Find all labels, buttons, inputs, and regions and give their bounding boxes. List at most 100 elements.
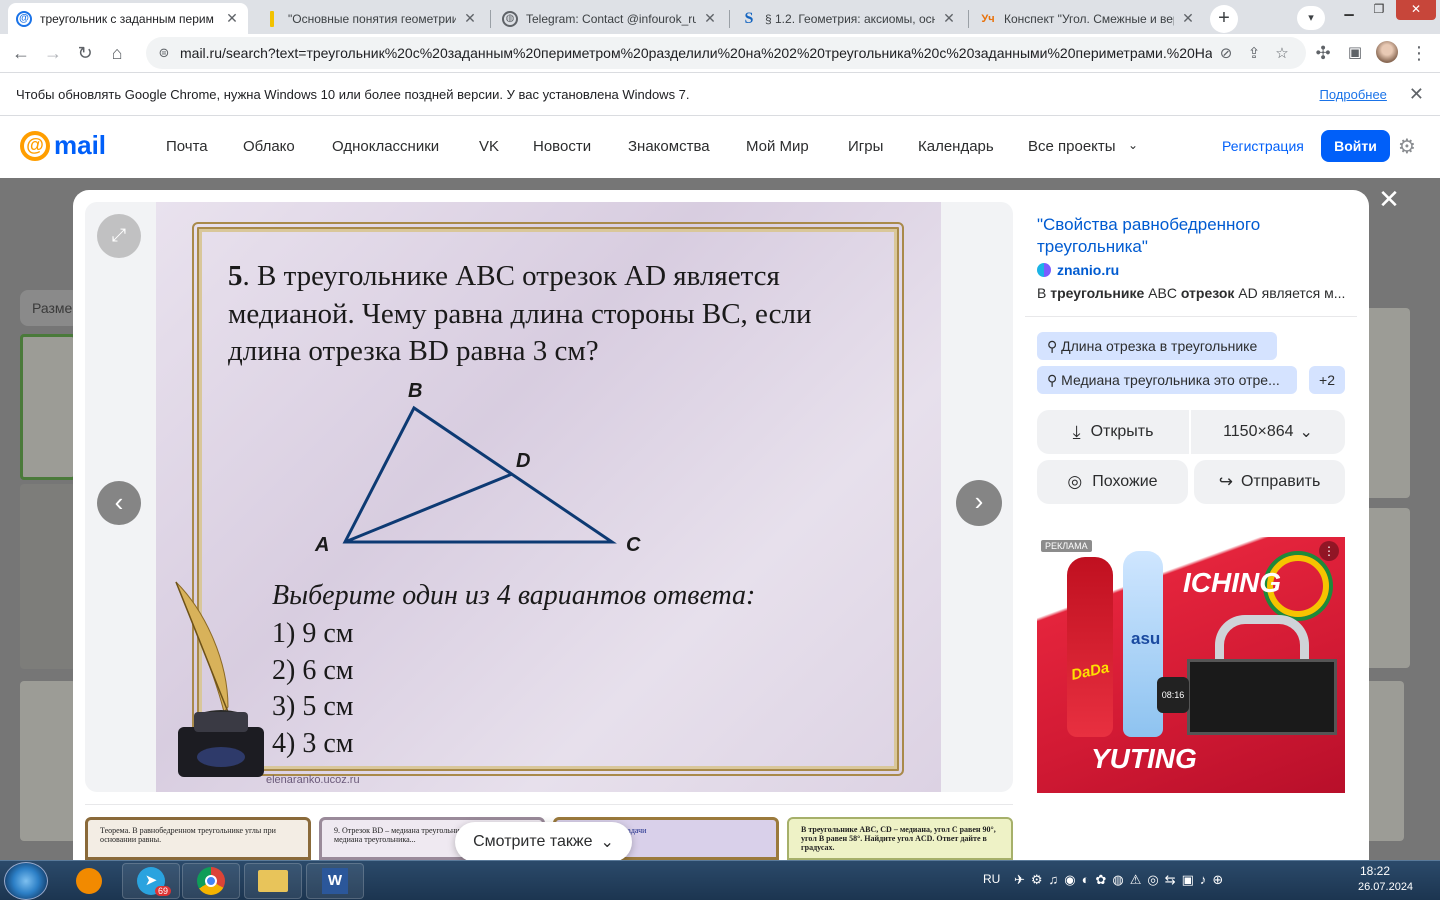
see-also-button[interactable]: Смотрите также ⌄ [455,822,632,862]
profile-avatar[interactable] [1376,41,1398,63]
site-info-icon[interactable]: ⊜ [156,45,172,61]
nav-odnoklassniki[interactable]: Одноклассники [332,138,439,155]
snippet-part: В [1037,285,1051,301]
chevron-down-icon: ⌄ [600,834,614,851]
related-chip-segment-length[interactable]: ⚲ Длина отрезка в треугольнике [1037,332,1277,360]
quill-inkwell-illustration [175,581,264,777]
thumb-text: Теорема. В равнобедренном треугольнике у… [100,826,276,844]
nav-calendar[interactable]: Календарь [918,138,994,155]
share-icon[interactable]: ⇪ [1240,44,1268,62]
tab-mail-search[interactable]: @ треугольник с заданным перим ✕ [8,3,248,34]
image-title-link[interactable]: "Свойства равнобедренного треугольника" [1037,214,1337,258]
source-row[interactable]: znanio.ru [1037,262,1119,278]
send-button[interactable]: ↪ Отправить [1194,460,1345,504]
close-tab-icon[interactable]: ✕ [1180,10,1196,27]
next-image-button[interactable]: › [956,480,1002,526]
back-icon[interactable]: ← [6,38,36,68]
size-dropdown[interactable]: 1150×864 ⌄ [1191,410,1345,454]
language-indicator[interactable]: RU [983,872,1000,886]
nav-my-world[interactable]: Мой Мир [746,138,809,155]
search-icon: ⚲ [1047,372,1062,388]
word-taskbar-button[interactable]: W [306,863,364,899]
point-a-label: A [315,534,330,556]
prev-image-button[interactable]: ‹ [97,481,141,525]
source-domain[interactable]: znanio.ru [1057,262,1119,278]
minimize-button[interactable]: ▁ [1334,0,1364,20]
bookmark-star-icon[interactable]: ☆ [1268,44,1296,62]
ad-headline: ICHING [1183,567,1281,598]
reload-icon[interactable]: ↻ [70,38,100,68]
chip-label: Длина отрезка в треугольнике [1061,338,1258,354]
nav-mail[interactable]: Почта [166,138,208,155]
close-tab-icon[interactable]: ✕ [702,10,718,27]
tab-telegram[interactable]: ◍ Telegram: Contact @infourok_ru_ ✕ [494,3,726,34]
related-thumb-theorem[interactable]: Теорема. В равнобедренном треугольнике у… [85,817,311,860]
chevron-down-icon: ⌄ [1299,424,1313,441]
ad-label: РЕКЛАМА [1041,540,1092,552]
telegram-taskbar-button[interactable]: ➤ 69 [122,863,180,899]
ad-bottle-blue-label: asu [1131,629,1161,648]
tab-lesson-notes[interactable]: Уч Конспект "Угол. Смежные и вер ✕ [972,3,1204,34]
word-icon: W [322,868,348,894]
more-chips-button[interactable]: +2 [1309,366,1345,394]
related-thumb-right-triangle[interactable]: В треугольнике ABC, CD – медиана, угол C… [787,817,1013,860]
similar-button[interactable]: ◎ Похожие [1037,460,1188,504]
tray-icons[interactable]: ✈⚙♫◉◐✿◍⚠◎⇆▣♪⊕ [1014,872,1229,888]
side-panel-icon[interactable]: ▣ [1340,38,1370,68]
close-tab-icon[interactable]: ✕ [224,10,240,27]
ad-bottle-red [1067,557,1113,737]
nav-all-projects[interactable]: Все проекты [1028,138,1116,155]
chrome-taskbar-button[interactable] [182,863,240,899]
home-icon[interactable]: ⌂ [102,38,132,68]
open-button[interactable]: ⤓ Открыть [1037,410,1189,454]
divider [1025,316,1357,317]
avast-icon[interactable] [60,863,118,899]
bg-size-filter: Разме [20,290,80,326]
explorer-taskbar-button[interactable] [244,863,302,899]
close-tab-icon[interactable]: ✕ [462,10,478,27]
folder-icon [258,870,288,892]
extensions-icon[interactable]: ✣ [1308,38,1338,68]
close-icon[interactable]: ✕ [1409,84,1424,105]
eye-slash-icon[interactable]: ⊘ [1212,44,1240,62]
close-tab-icon[interactable]: ✕ [941,10,957,27]
restore-button[interactable]: ❐ [1364,0,1394,20]
camera-icon: ◎ [1067,472,1083,491]
ad-menu-icon[interactable]: ⋮ [1319,541,1339,561]
chrome-menu-icon[interactable]: ⋮ [1404,38,1434,68]
snippet-part: AD является м... [1234,285,1346,301]
mail-logo[interactable]: @ mail [20,130,106,161]
advertisement-banner[interactable]: РЕКЛАМА ⋮ ICHING YUTING DaDa asu 08:16 [1037,537,1345,793]
tab-geometry-axioms[interactable]: S § 1.2. Геометрия: аксиомы, осно ✕ [733,3,965,34]
close-preview-icon[interactable]: ✕ [1378,184,1400,215]
related-chip-median[interactable]: ⚲ Медиана треугольника это отре... [1037,366,1297,394]
tab-search-button[interactable]: ▾ [1297,6,1325,30]
infobar-more-link[interactable]: Подробнее [1319,87,1386,102]
answer-option-3: 3) 5 см [272,691,354,722]
url-text[interactable]: mail.ru/search?text=треугольник%20с%20за… [180,45,1212,61]
tab-geometry-concepts[interactable]: "Основные понятия геометрии. ✕ [256,3,486,34]
new-tab-button[interactable]: + [1210,5,1238,33]
yellow-bar-icon [270,10,274,27]
gear-icon[interactable]: ⚙ [1398,134,1416,159]
close-window-button[interactable]: ✕ [1396,0,1436,20]
chevron-down-icon[interactable]: ⌄ [1128,138,1138,152]
register-link[interactable]: Регистрация [1222,138,1304,154]
forward-icon[interactable]: → [38,38,68,68]
clock-date[interactable]: 26.07.2024 [1358,881,1413,893]
start-button[interactable] [4,862,48,900]
nav-news[interactable]: Новости [533,138,591,155]
address-bar[interactable]: ⊜ mail.ru/search?text=треугольник%20с%20… [146,37,1306,69]
nav-vk[interactable]: VK [479,138,499,155]
preview-image[interactable]: 5. В треугольнике ABC отрезок AD являетс… [156,202,941,792]
see-also-label: Смотрите также [473,833,593,850]
point-c-label: C [626,534,641,556]
globe-icon: ◍ [502,10,518,27]
nav-cloud[interactable]: Облако [243,138,295,155]
nav-games[interactable]: Игры [848,138,883,155]
fullscreen-button[interactable]: ⤢ [97,214,141,258]
login-button[interactable]: Войти [1321,130,1390,162]
tab-title: § 1.2. Геометрия: аксиомы, осно [765,11,935,26]
clock-time[interactable]: 18:22 [1360,864,1390,878]
nav-dating[interactable]: Знакомства [628,138,710,155]
